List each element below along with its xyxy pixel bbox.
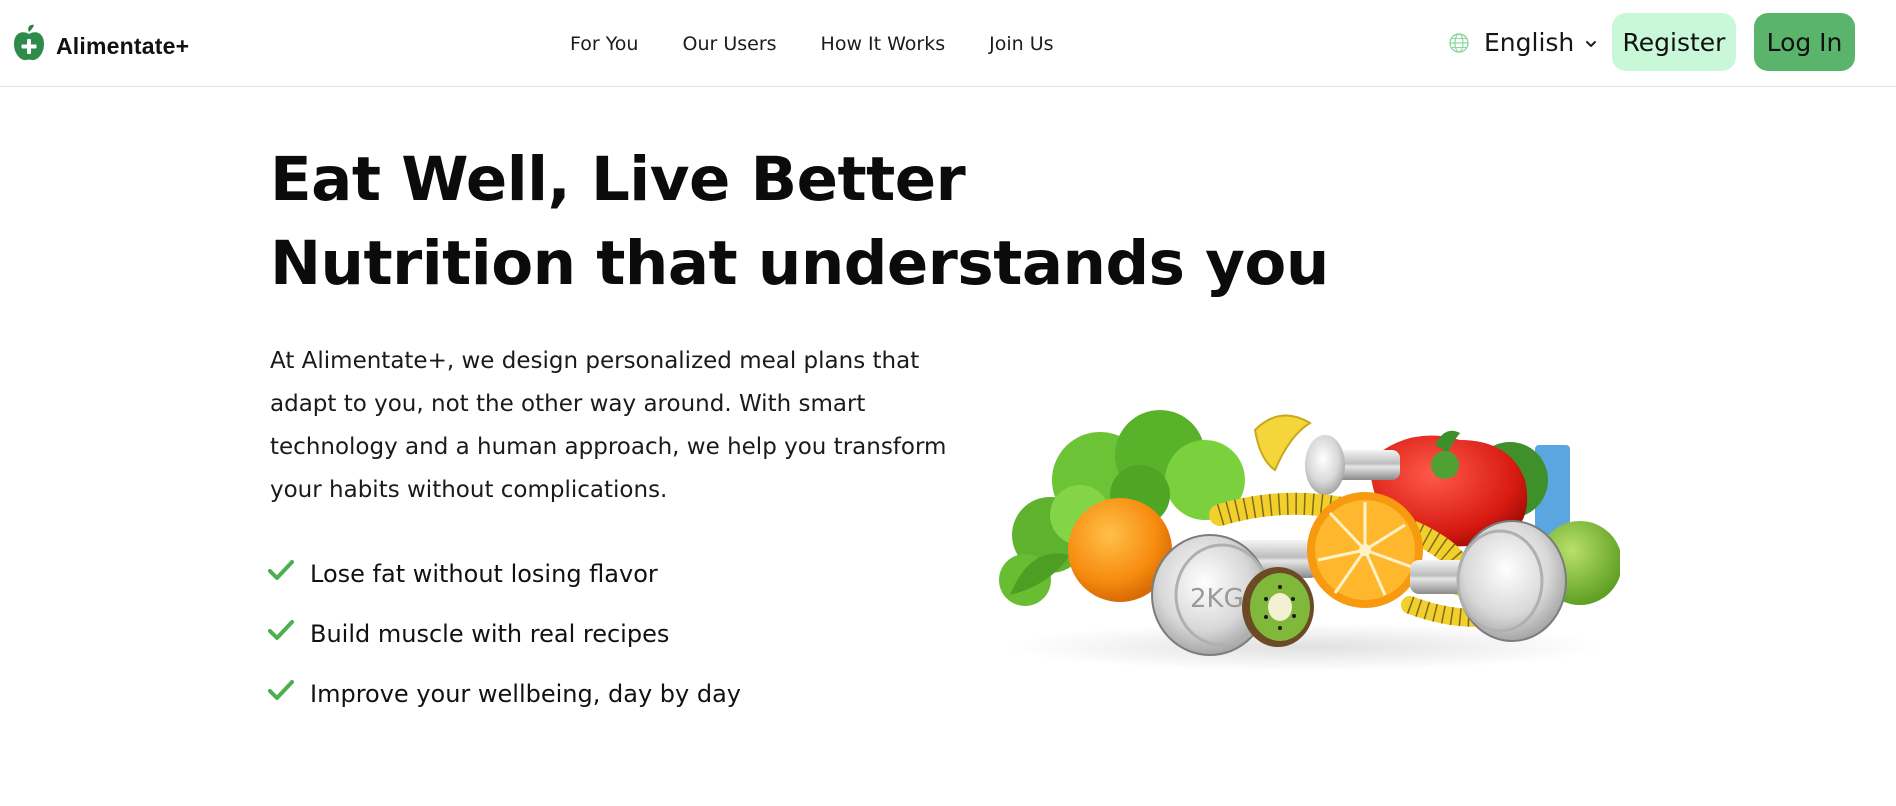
dumbbell-label: 2KG: [1190, 584, 1244, 614]
register-button[interactable]: Register: [1612, 13, 1736, 71]
hero-illustration: 2KG: [999, 410, 1620, 671]
chevron-down-icon: [1586, 40, 1597, 47]
brand-name: Alimentate+: [56, 32, 190, 59]
feature-text: Improve your wellbeing, day by day: [310, 680, 741, 708]
feature-item: Improve your wellbeing, day by day: [268, 664, 741, 724]
brand-logo[interactable]: Alimentate+: [12, 24, 189, 62]
nav-link-for-you[interactable]: For You: [570, 33, 638, 55]
feature-item: Lose fat without losing flavor: [268, 544, 741, 604]
nav-link-join-us[interactable]: Join Us: [989, 33, 1053, 55]
site-header: Alimentate+ For You Our Users How It Wor…: [0, 0, 1896, 87]
login-button[interactable]: Log In: [1754, 13, 1855, 71]
feature-list: Lose fat without losing flavor Build mus…: [268, 544, 741, 724]
nav-link-how-it-works[interactable]: How It Works: [821, 33, 946, 55]
check-icon: [268, 680, 294, 700]
apple-plus-icon: [14, 24, 44, 61]
language-label: English: [1484, 28, 1575, 57]
hero-title-line-1: Eat Well, Live Better: [270, 144, 966, 215]
hero-title: Eat Well, Live Better Nutrition that und…: [270, 138, 1370, 306]
feature-text: Lose fat without losing flavor: [310, 560, 658, 588]
feature-text: Build muscle with real recipes: [310, 620, 670, 648]
language-selector[interactable]: English: [1448, 28, 1598, 57]
nav-link-our-users[interactable]: Our Users: [682, 33, 776, 55]
hero-title-line-2: Nutrition that understands you: [270, 228, 1329, 299]
hero-description: At Alimentate+, we design personalized m…: [270, 348, 947, 503]
main-nav: For You Our Users How It Works Join Us: [570, 0, 1098, 87]
check-icon: [268, 560, 294, 580]
globe-icon: [1449, 32, 1469, 53]
feature-item: Build muscle with real recipes: [268, 604, 741, 664]
check-icon: [268, 620, 294, 640]
